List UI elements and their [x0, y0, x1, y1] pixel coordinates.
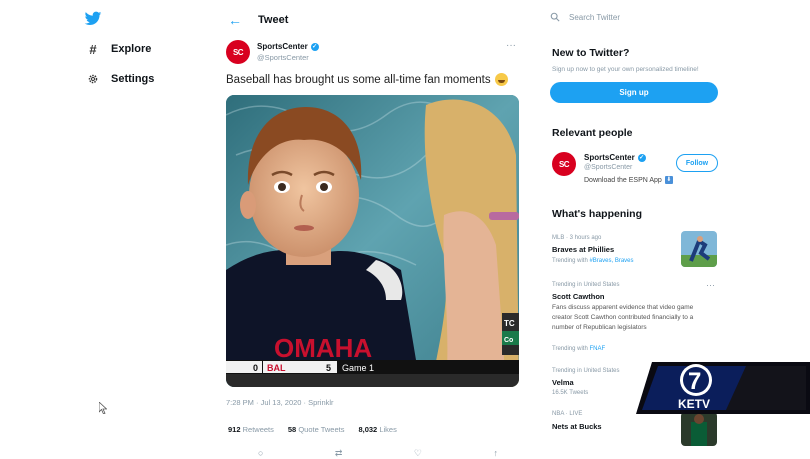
- more-options-icon[interactable]: ···: [506, 40, 516, 51]
- author-avatar[interactable]: SC: [226, 40, 250, 64]
- search-icon: [550, 12, 560, 22]
- trend-foot: Trending with FNAF: [552, 346, 605, 352]
- down-arrow-emoji-icon: ⬇: [664, 176, 673, 184]
- station-name: KETV: [678, 397, 710, 411]
- person-name-text: SportsCenter: [584, 153, 635, 162]
- likes-stat[interactable]: 8,032 Likes: [358, 425, 396, 434]
- ketv-logo: 7 KETV: [636, 362, 810, 414]
- nav-explore[interactable]: # Explore: [86, 41, 152, 57]
- side-text-2: Co: [504, 337, 513, 344]
- score-team-score: 5: [326, 363, 331, 373]
- trend-description: Fans discuss apparent evidence that vide…: [552, 304, 694, 331]
- retweet-icon[interactable]: ⇄: [335, 448, 343, 459]
- author-name[interactable]: SportsCenter ✓: [257, 42, 319, 51]
- person-avatar[interactable]: SC: [552, 152, 576, 176]
- score-team: BAL: [267, 363, 286, 373]
- tweet-media[interactable]: TC Co OMAHA 0 BAL 5 Game 1: [226, 95, 519, 387]
- reply-icon[interactable]: ○: [258, 448, 263, 459]
- new-to-twitter-subtitle: Sign up now to get your own personalized…: [552, 66, 699, 73]
- gear-icon: [86, 72, 100, 86]
- tweet-timestamp[interactable]: 7:28 PM · Jul 13, 2020 · Sprinklr: [226, 398, 334, 407]
- avatar-text: SC: [232, 47, 244, 57]
- page-title: Tweet: [258, 14, 289, 26]
- trend-thumbnail[interactable]: [681, 412, 717, 446]
- side-text-1: TC: [504, 319, 515, 328]
- tweet-text: Baseball has brought us some all-time fa…: [226, 73, 508, 86]
- trend-title[interactable]: Braves at Phillies: [552, 245, 614, 254]
- twitter-bird-icon[interactable]: [84, 11, 102, 27]
- verified-badge-icon: ✓: [310, 42, 319, 51]
- tweet-photo: TC Co OMAHA 0 BAL 5 Game 1: [226, 95, 519, 387]
- share-icon[interactable]: ↑: [493, 448, 498, 459]
- left-nav: # Explore Settings: [0, 0, 210, 456]
- back-arrow-icon[interactable]: ←: [228, 12, 242, 28]
- trend-foot: 16.5K Tweets: [552, 390, 589, 396]
- signup-button[interactable]: Sign up: [550, 82, 718, 103]
- person-bio-text: Download the ESPN App: [584, 176, 662, 184]
- score-left: 0: [253, 363, 258, 373]
- person-bio: Download the ESPN App ⬇: [584, 176, 673, 184]
- quote-count: 58: [287, 425, 297, 434]
- person-name[interactable]: SportsCenter ✓: [584, 153, 646, 162]
- retweets-stat[interactable]: 912 Retweets: [228, 425, 274, 434]
- search-bar[interactable]: Search Twitter: [550, 12, 620, 22]
- mouse-cursor-icon: [99, 402, 107, 414]
- quote-label: Quote Tweets: [298, 425, 345, 434]
- retweets-count: 912: [228, 425, 241, 434]
- trend-foot: Trending with #Braves, Braves: [552, 258, 634, 264]
- trend-meta: Trending in United States: [552, 368, 620, 374]
- trend-title[interactable]: Nets at Bucks: [552, 422, 602, 431]
- person-handle[interactable]: @SportsCenter: [584, 164, 632, 171]
- author-name-text: SportsCenter: [257, 42, 308, 51]
- trend-foot-prefix: Trending with: [552, 258, 590, 264]
- tweet-text-content: Baseball has brought us some all-time fa…: [226, 73, 491, 86]
- likes-label: Likes: [379, 425, 397, 434]
- tweet-stats: 912 Retweets 58 Quote Tweets 8,032 Likes: [228, 425, 397, 434]
- trend-foot-links[interactable]: FNAF: [589, 346, 605, 352]
- trend-meta: NBA · LIVE: [552, 411, 583, 417]
- trend-foot-links[interactable]: #Braves, Braves: [589, 258, 633, 264]
- more-options-icon[interactable]: ···: [706, 280, 715, 290]
- whats-happening-title: What's happening: [552, 208, 642, 220]
- hashtag-icon: #: [89, 41, 97, 57]
- quote-stat[interactable]: 58 Quote Tweets: [288, 425, 345, 434]
- relevant-people-title: Relevant people: [552, 127, 633, 139]
- score-game: Game 1: [342, 363, 374, 373]
- person-avatar-text: SC: [558, 159, 570, 169]
- shirt-text: OMAHA: [274, 333, 372, 363]
- main-column: ← Tweet SC SportsCenter ✓ @SportsCenter …: [218, 0, 530, 459]
- tweet-actions: ○ ⇄ ♡ ↑: [258, 448, 498, 459]
- tweet-header: ← Tweet: [228, 12, 288, 28]
- trend-meta: Trending in United States: [552, 282, 620, 288]
- trend-foot-prefix: Trending with: [552, 346, 590, 352]
- trend-meta: MLB · 3 hours ago: [552, 235, 602, 241]
- verified-badge-icon: ✓: [637, 153, 646, 162]
- trend-thumbnail[interactable]: [681, 231, 717, 267]
- nav-explore-label: Explore: [111, 43, 152, 55]
- like-icon[interactable]: ♡: [414, 448, 422, 459]
- follow-button[interactable]: Follow: [676, 154, 718, 172]
- laughing-emoji-icon: [494, 73, 508, 86]
- nav-settings[interactable]: Settings: [86, 72, 154, 86]
- new-to-twitter-title: New to Twitter?: [552, 47, 630, 59]
- search-input[interactable]: Search Twitter: [569, 13, 620, 22]
- trend-title[interactable]: Velma: [552, 378, 574, 387]
- author-handle[interactable]: @SportsCenter: [257, 53, 309, 62]
- retweets-label: Retweets: [242, 425, 274, 434]
- nav-settings-label: Settings: [111, 73, 155, 85]
- likes-count: 8,032: [358, 425, 378, 434]
- channel-number: 7: [688, 368, 701, 395]
- trend-title[interactable]: Scott Cawthon: [552, 292, 605, 301]
